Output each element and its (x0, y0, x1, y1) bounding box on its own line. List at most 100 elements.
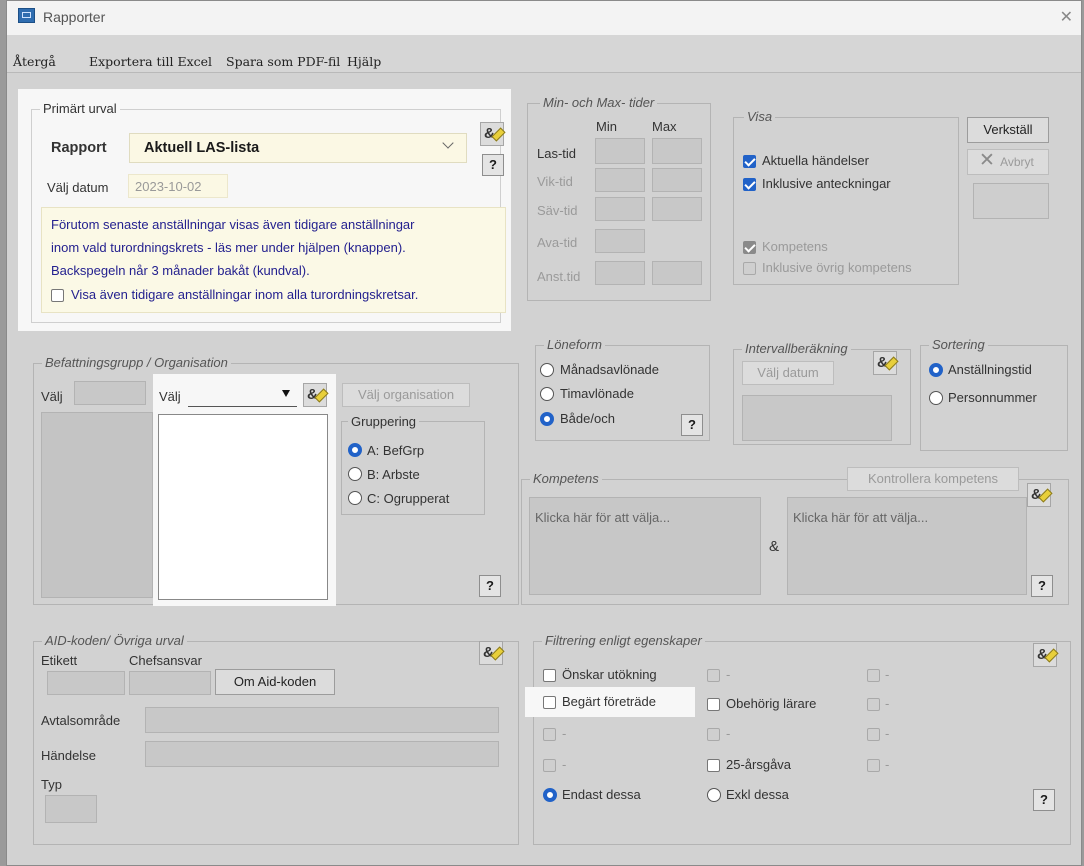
anstallningstid-radio[interactable] (929, 363, 943, 377)
menu-spara-pdf[interactable]: Spara som PDF-fil (226, 54, 340, 69)
anst-tid-min-input[interactable] (595, 261, 645, 285)
close-icon[interactable]: ✕ (1060, 7, 1073, 27)
minmax-title: Min- och Max- tider (540, 95, 658, 110)
etikett-label: Etikett (41, 653, 78, 668)
ovrig-kompetens-checkbox[interactable] (743, 262, 756, 275)
handelse-input[interactable] (145, 741, 499, 767)
filter-col3-item4-label: - (885, 757, 890, 772)
befgrp-valj-input[interactable] (74, 381, 146, 405)
filter-help-button[interactable]: ? (1033, 789, 1055, 811)
begart-foretrade-highlight: Begärt företräde (525, 687, 695, 717)
date-label: Välj datum (47, 180, 109, 195)
date-field[interactable]: 2023-10-02 (128, 174, 228, 198)
close-x-icon: ✕ (979, 150, 995, 171)
rapporter-window: Rapporter ✕ Återgå Exportera till Excel … (6, 0, 1082, 866)
date-value: 2023-10-02 (135, 179, 202, 194)
avtalsomrade-input[interactable] (145, 707, 499, 733)
ava-tid-label: Ava-tid (537, 235, 578, 250)
ava-tid-min-input[interactable] (595, 229, 645, 253)
las-tid-max-input[interactable] (652, 138, 702, 164)
organisation-list[interactable] (158, 414, 328, 600)
filter-col1-item3-checkbox[interactable] (543, 728, 556, 741)
intervall-valj-datum-button[interactable]: Välj datum (742, 361, 834, 385)
organisation-dropdown[interactable] (188, 384, 297, 407)
menu-exportera-excel[interactable]: Exportera till Excel (89, 54, 212, 69)
begart-foretrade-checkbox[interactable] (543, 696, 556, 709)
anst-tid-max-input[interactable] (652, 261, 702, 285)
onskar-utokning-checkbox[interactable] (543, 669, 556, 682)
alla-turordningskretsar-checkbox[interactable] (51, 289, 64, 302)
kompetens-visa-checkbox[interactable] (743, 241, 756, 254)
magic-wand-icon-intervall[interactable]: & (873, 351, 899, 375)
avbryt-label: Avbryt (1000, 155, 1034, 169)
manadsavlonade-radio[interactable] (540, 363, 554, 377)
magic-wand-icon[interactable]: & (480, 122, 506, 146)
endast-dessa-label: Endast dessa (562, 787, 641, 802)
vik-tid-min-input[interactable] (595, 168, 645, 192)
magic-wand-icon-filter[interactable]: & (1033, 643, 1059, 667)
sav-tid-max-input[interactable] (652, 197, 702, 221)
aktuella-handelser-checkbox[interactable] (743, 155, 756, 168)
kompetens-select-2[interactable]: Klicka här för att välja... (787, 497, 1027, 595)
magic-wand-icon-org[interactable]: & (303, 383, 329, 407)
personnummer-radio[interactable] (929, 391, 943, 405)
befattning-help-button[interactable]: ? (479, 575, 501, 597)
magic-wand-icon-kompetens[interactable]: & (1027, 483, 1053, 507)
om-aid-koden-button[interactable]: Om Aid-koden (215, 669, 335, 695)
chefsansvar-label: Chefsansvar (129, 653, 202, 668)
verkstall-button[interactable]: Verkställ (967, 117, 1049, 143)
menu-atergå[interactable]: Återgå (13, 54, 56, 69)
kompetens-help-button[interactable]: ? (1031, 575, 1053, 597)
vik-tid-label: Vik-tid (537, 174, 573, 189)
avbryt-button[interactable]: ✕ Avbryt (967, 149, 1049, 175)
etikett-input[interactable] (47, 671, 125, 695)
bade-och-radio[interactable] (540, 412, 554, 426)
primary-help-button[interactable]: ? (482, 154, 504, 176)
25-arsgava-checkbox[interactable] (707, 759, 720, 772)
las-tid-min-input[interactable] (595, 138, 645, 164)
inklusive-anteckningar-checkbox[interactable] (743, 178, 756, 191)
menu-hjalp[interactable]: Hjälp (347, 54, 381, 69)
chefsansvar-input[interactable] (129, 671, 211, 695)
befattning-title: Befattningsgrupp / Organisation (42, 355, 231, 370)
kontrollera-kompetens-button[interactable]: Kontrollera kompetens (847, 467, 1019, 491)
exkl-dessa-radio[interactable] (707, 788, 721, 802)
sav-tid-min-input[interactable] (595, 197, 645, 221)
typ-input[interactable] (45, 795, 97, 823)
rapport-select[interactable]: Aktuell LAS-lista (129, 133, 467, 163)
filter-col2-item1-checkbox[interactable] (707, 669, 720, 682)
info-line-1: Förutom senaste anställningar visas även… (51, 217, 415, 232)
kompetens-select-1[interactable]: Klicka här för att välja... (529, 497, 761, 595)
magic-wand-icon-aid[interactable]: & (479, 641, 505, 665)
dropdown-arrow-icon (282, 390, 290, 397)
menu-bar: Återgå Exportera till Excel Spara som PD… (7, 35, 1081, 73)
gruppering-ogrupperat-radio[interactable] (348, 491, 362, 505)
aktuella-handelser-label: Aktuella händelser (762, 153, 869, 168)
gruppering-arbste-radio[interactable] (348, 467, 362, 481)
info-line-2: inom vald turordningskrets - läs mer und… (51, 240, 406, 255)
befgrp-list[interactable] (41, 412, 153, 598)
filter-col3-item1-checkbox[interactable] (867, 669, 880, 682)
endast-dessa-radio[interactable] (543, 788, 557, 802)
filter-col3-item3-checkbox[interactable] (867, 728, 880, 741)
obehorig-larare-checkbox[interactable] (707, 698, 720, 711)
anstallningstid-label: Anställningstid (948, 362, 1032, 377)
timavlonade-radio[interactable] (540, 387, 554, 401)
loneform-help-button[interactable]: ? (681, 414, 703, 436)
valj-organisation-button[interactable]: Välj organisation (342, 383, 470, 407)
kompetens-and-symbol: & (769, 538, 780, 555)
rapport-label: Rapport (51, 140, 107, 156)
title-bar: Rapporter ✕ (7, 1, 1081, 35)
onskar-utokning-label: Önskar utökning (562, 667, 657, 682)
gruppering-befgrp-radio[interactable] (348, 443, 362, 457)
kompetens-select-2-placeholder: Klicka här för att välja... (793, 510, 929, 525)
filter-col1-item4-checkbox[interactable] (543, 759, 556, 772)
filter-col3-item2-checkbox[interactable] (867, 698, 880, 711)
intervall-title: Intervallberäkning (742, 341, 851, 356)
kompetens-select-1-placeholder: Klicka här för att välja... (535, 510, 671, 525)
filter-col2-item3-checkbox[interactable] (707, 728, 720, 741)
filter-col3-item4-checkbox[interactable] (867, 759, 880, 772)
vik-tid-max-input[interactable] (652, 168, 702, 192)
filter-title: Filtrering enligt egenskaper (542, 633, 705, 648)
primary-selection-highlight: Primärt urval Rapport Aktuell LAS-lista … (18, 89, 511, 331)
